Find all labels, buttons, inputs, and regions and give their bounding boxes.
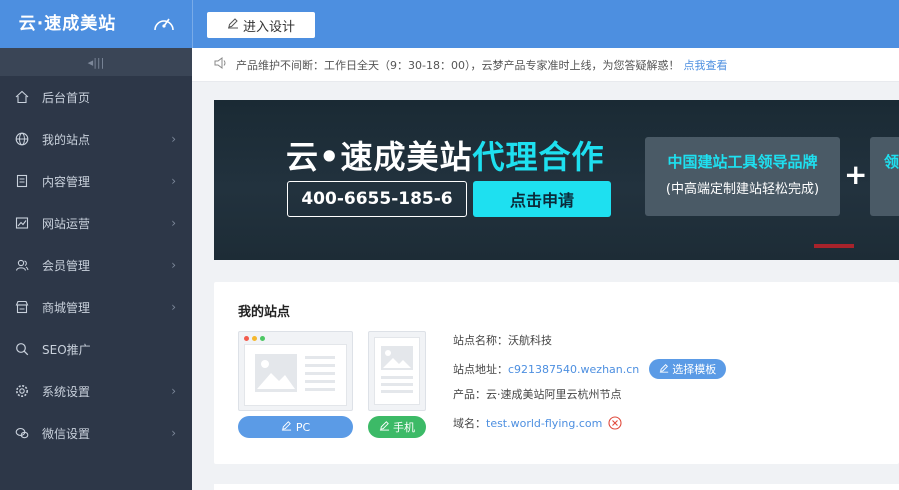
- sidebar-item-content[interactable]: 内容管理 ›: [0, 160, 192, 202]
- logo[interactable]: 云·速成美站: [0, 0, 135, 48]
- banner-feature-subtitle: (中高端定制建站轻松完成): [665, 182, 820, 197]
- panel-title: 我的站点: [238, 305, 291, 320]
- product-label: 产品：: [453, 388, 486, 401]
- site-name-row: 站点名称： 沃航科技: [453, 332, 552, 348]
- edit-mobile-label: 手机: [393, 421, 415, 434]
- sidebar-item-label: 微信设置: [42, 426, 91, 441]
- pencil-icon: [227, 17, 239, 33]
- choose-template-label: 选择模板: [672, 363, 717, 376]
- speedometer-icon[interactable]: [152, 13, 176, 35]
- chevron-right-icon: ›: [171, 300, 176, 314]
- my-site-panel: 我的站点 PC 手机 站点名称： 沃航科技 站点地址： c921387540.w…: [214, 282, 899, 464]
- banner-title-main: 云•速成美站: [286, 138, 473, 176]
- product-row: 产品： 云·速成美站阿里云杭州节点: [453, 386, 622, 402]
- pencil-icon: [659, 363, 669, 376]
- sidebar: ◂||| 后台首页 我的站点 › 内容管理 › 网站运营 › 会员管理 › 商城…: [0, 48, 192, 490]
- sidebar-item-members[interactable]: 会员管理 ›: [0, 244, 192, 286]
- chevron-right-icon: ›: [171, 384, 176, 398]
- banner-title-accent: 代理合作: [472, 138, 605, 176]
- sidebar-item-store[interactable]: 商城管理 ›: [0, 286, 192, 328]
- product-value: 云·速成美站阿里云杭州节点: [486, 388, 622, 401]
- banner-title: 云•速成美站代理合作: [286, 132, 604, 178]
- image-placeholder-icon: [374, 337, 420, 405]
- chart-icon: [14, 215, 30, 231]
- sidebar-item-label: SEO推广: [42, 342, 91, 357]
- sidebar-item-label: 我的站点: [42, 132, 91, 147]
- pencil-icon: [281, 420, 292, 434]
- site-name-value: 沃航科技: [508, 334, 552, 347]
- banner-plus: +: [844, 158, 868, 191]
- enter-design-label: 进入设计: [242, 19, 295, 35]
- sidebar-item-label: 会员管理: [42, 258, 91, 273]
- next-panel: [214, 484, 899, 490]
- edit-mobile-button[interactable]: 手机: [368, 416, 426, 438]
- window-dots: [244, 336, 265, 341]
- banner-slide-indicator[interactable]: [814, 244, 854, 248]
- chevron-right-icon: ›: [171, 174, 176, 188]
- edit-pc-label: PC: [295, 420, 311, 434]
- banner-feature-box-2: 领: [870, 137, 899, 216]
- search-icon: [14, 341, 30, 357]
- edit-pc-button[interactable]: PC: [238, 416, 353, 438]
- site-name-label: 站点名称：: [453, 334, 508, 347]
- pc-preview[interactable]: [238, 331, 353, 411]
- chevron-right-icon: ›: [171, 426, 176, 440]
- mobile-preview[interactable]: [368, 331, 426, 411]
- sidebar-item-label: 内容管理: [42, 174, 91, 189]
- delete-domain-icon[interactable]: [608, 416, 622, 430]
- banner-feature-title: 中国建站工具领导品牌: [667, 153, 818, 171]
- home-icon: [14, 89, 30, 105]
- site-address-row: 站点地址： c921387540.wezhan.cn 选择模板: [453, 359, 727, 379]
- notice-link[interactable]: 点我查看: [683, 57, 727, 73]
- sidebar-item-label: 后台首页: [42, 90, 91, 105]
- site-address-link[interactable]: c921387540.wezhan.cn: [508, 363, 639, 376]
- top-bar: 云·速成美站 进入设计: [0, 0, 899, 48]
- promo-banner[interactable]: 云•速成美站代理合作 400-6655-185-6 点击申请 中国建站工具领导品…: [214, 100, 899, 260]
- sidebar-collapse-toggle[interactable]: ◂|||: [0, 48, 192, 76]
- choose-template-button[interactable]: 选择模板: [649, 359, 727, 379]
- header-divider: [192, 0, 193, 48]
- domain-label: 域名：: [453, 417, 486, 430]
- chevron-right-icon: ›: [171, 132, 176, 146]
- wechat-icon: [14, 425, 30, 441]
- image-placeholder-icon: [244, 344, 347, 406]
- chevron-right-icon: ›: [171, 258, 176, 272]
- banner-apply-button[interactable]: 点击申请: [473, 181, 611, 217]
- domain-row: 域名： test.world-flying.com: [453, 415, 622, 431]
- store-icon: [14, 299, 30, 315]
- site-address-label: 站点地址：: [453, 363, 508, 376]
- notice-text: 产品维护不间断：工作日全天（9：30-18：00），云梦产品专家准时上线，为您答…: [236, 58, 680, 72]
- sidebar-item-settings[interactable]: 系统设置 ›: [0, 370, 192, 412]
- sidebar-item-label: 商城管理: [42, 300, 91, 315]
- notice-bar: 产品维护不间断：工作日全天（9：30-18：00），云梦产品专家准时上线，为您答…: [192, 48, 899, 82]
- document-icon: [14, 173, 30, 189]
- banner-feature-box: 中国建站工具领导品牌 (中高端定制建站轻松完成): [645, 137, 840, 216]
- sidebar-item-seo[interactable]: SEO推广: [0, 328, 192, 370]
- sidebar-item-home[interactable]: 后台首页: [0, 76, 192, 118]
- pencil-icon: [379, 420, 390, 434]
- users-icon: [14, 257, 30, 273]
- sidebar-item-operations[interactable]: 网站运营 ›: [0, 202, 192, 244]
- speaker-icon: [214, 57, 228, 72]
- domain-link[interactable]: test.world-flying.com: [486, 417, 602, 430]
- chevron-right-icon: ›: [171, 216, 176, 230]
- enter-design-button[interactable]: 进入设计: [207, 12, 315, 38]
- sidebar-item-label: 网站运营: [42, 216, 91, 231]
- sidebar-item-my-sites[interactable]: 我的站点 ›: [0, 118, 192, 160]
- sidebar-item-wechat[interactable]: 微信设置 ›: [0, 412, 192, 454]
- sidebar-item-label: 系统设置: [42, 384, 91, 399]
- banner-phone: 400-6655-185-6: [287, 181, 467, 217]
- globe-icon: [14, 131, 30, 147]
- gear-icon: [14, 383, 30, 399]
